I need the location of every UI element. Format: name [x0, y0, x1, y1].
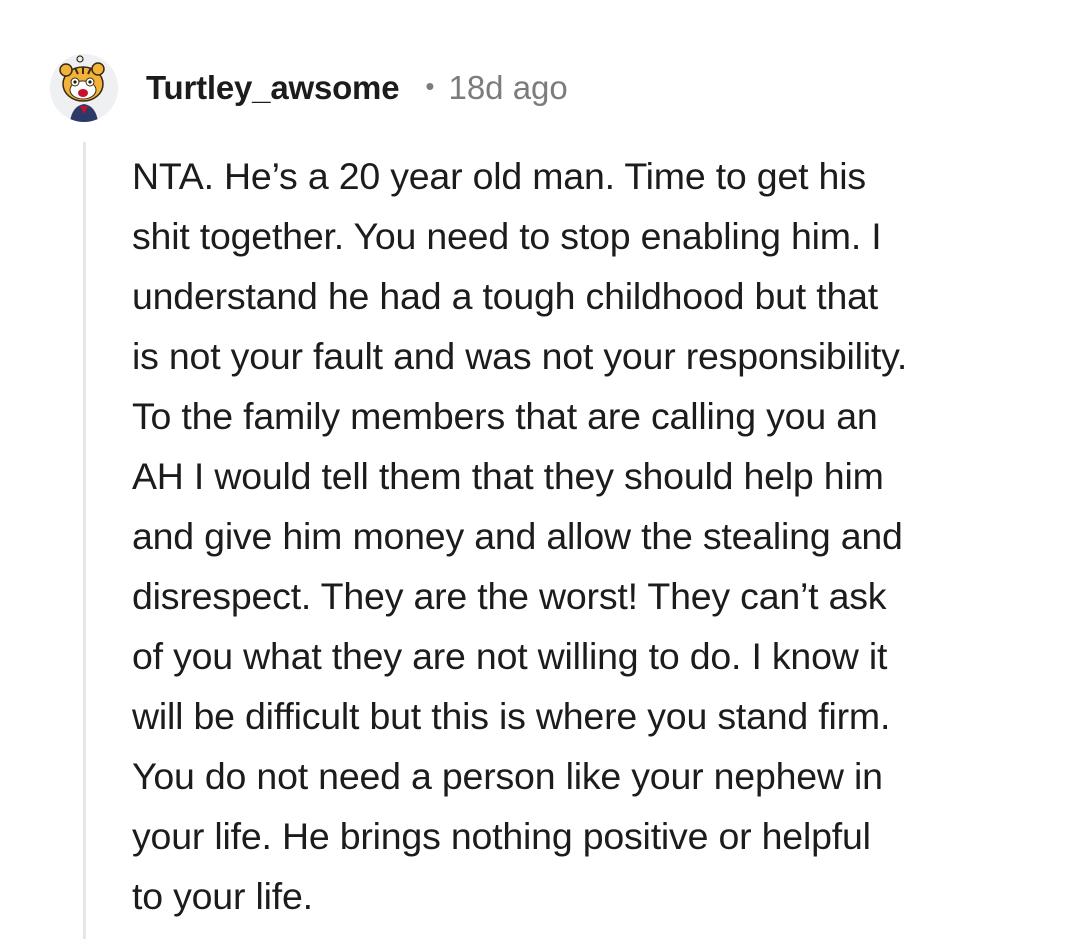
comment-body: NTA. He’s a 20 year old man. Time to get…: [132, 155, 908, 917]
username[interactable]: Turtley_awsome: [146, 69, 400, 107]
comment-header: Turtley_awsome • 18d ago: [50, 48, 568, 128]
comment-age: 18d ago: [448, 69, 568, 106]
thread-collapse-line[interactable]: [83, 142, 86, 939]
user-avatar[interactable]: [50, 54, 118, 122]
meta-separator: •: [425, 70, 435, 101]
cartoon-tiger-avatar-icon: [50, 54, 118, 122]
comment: Turtley_awsome • 18d ago NTA. He’s a 20 …: [0, 0, 1080, 939]
